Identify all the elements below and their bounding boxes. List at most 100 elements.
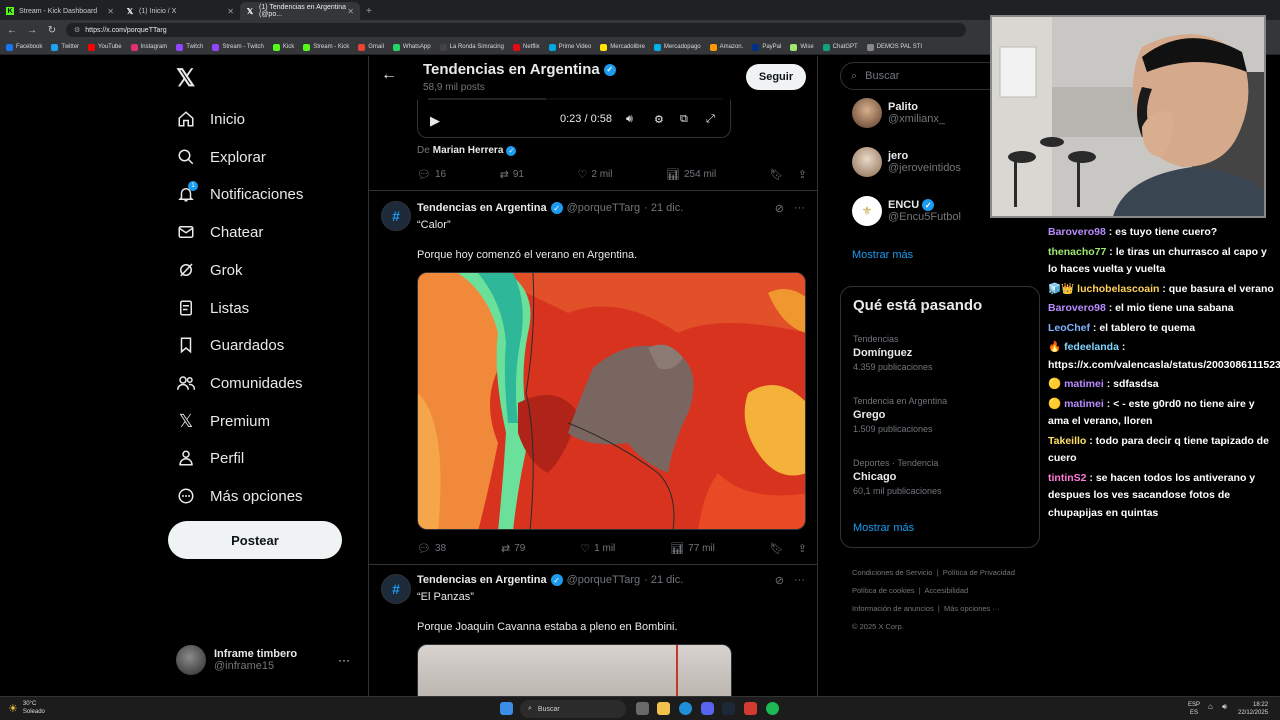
nav-inicio[interactable]: Inicio (176, 104, 245, 134)
back-arrow-icon[interactable]: ← (381, 66, 397, 84)
show-more-link[interactable]: Mostrar más (852, 249, 913, 261)
network-icon[interactable]: ⌂ (1208, 702, 1213, 711)
tab-kick-dashboard[interactable]: K Stream - Kick Dashboard ✕ (0, 2, 120, 20)
nav-mas-opciones[interactable]: Más opciones (176, 481, 303, 511)
who-to-follow-item[interactable]: jero @jeroveintidos (852, 147, 961, 177)
share-icon[interactable]: ⇪ (798, 168, 807, 181)
task-view-icon[interactable] (636, 702, 649, 715)
bookmark-13[interactable]: Mercadolibre (600, 43, 645, 51)
app-icon[interactable] (744, 702, 757, 715)
who-to-follow-item[interactable]: ⚜ ENCU ✓ @Encu5Futbol (852, 196, 961, 226)
bookmark-2[interactable]: YouTube (88, 43, 122, 51)
chat-username[interactable]: Barovero98 (1048, 226, 1106, 238)
nav-premium[interactable]: 𝕏 Premium (176, 406, 270, 436)
bookmark-9[interactable]: WhatsApp (392, 43, 431, 51)
discord-icon[interactable] (701, 702, 714, 715)
windows-start-icon[interactable] (500, 702, 513, 715)
chat-username[interactable]: matimei (1064, 398, 1104, 410)
views-button[interactable]: 📊︎ 77 mil (670, 542, 715, 555)
views-button[interactable]: 📊︎ 254 mil (666, 168, 716, 181)
who-to-follow-item[interactable]: Palito @xmilianx_ (852, 98, 945, 128)
file-explorer-icon[interactable] (657, 702, 670, 715)
nav-comunidades[interactable]: Comunidades (176, 368, 303, 398)
heatmap-image[interactable] (417, 272, 806, 530)
pip-icon[interactable]: ⧉ (680, 113, 688, 126)
retweet-button[interactable]: ⇄ 79 (501, 542, 525, 555)
close-tab-icon[interactable]: ✕ (347, 7, 354, 16)
play-icon[interactable]: ▶ (430, 113, 440, 129)
bookmark-16[interactable]: PayPal (752, 43, 781, 51)
tab-x-tendencias[interactable]: 𝕏 (1) Tendencias en Argentina (@po... ✕ (240, 2, 360, 20)
nav-explorar[interactable]: Explorar (176, 142, 266, 172)
weather-widget[interactable]: ☀ 30°C Soleado (8, 700, 45, 716)
bookmark-17[interactable]: Wise (790, 43, 814, 51)
bookmark-5[interactable]: Stream - Twitch (212, 43, 264, 51)
bookmark-icon[interactable]: 🔖︎ (770, 542, 784, 555)
trend-item[interactable]: Deportes · Tendencia Chicago 60,1 mil pu… (853, 458, 942, 496)
bookmark-18[interactable]: ChatGPT (822, 43, 858, 51)
bookmark-6[interactable]: Kick (272, 43, 294, 51)
close-tab-icon[interactable]: ✕ (227, 7, 234, 16)
clock[interactable]: 18:22 22/12/2025 (1238, 701, 1268, 717)
post-button[interactable]: Postear (168, 521, 342, 559)
nav-chatear[interactable]: Chatear (176, 217, 263, 247)
settings-icon[interactable]: ⚙ (654, 113, 664, 126)
chat-username[interactable]: fedeelanda (1064, 341, 1119, 353)
more-dots-icon[interactable]: ··· (338, 653, 350, 667)
bookmark-0[interactable]: Facebook (6, 43, 42, 51)
retweet-button[interactable]: ⇄ 91 (500, 168, 524, 181)
reply-button[interactable]: 💬︎ 38 (417, 542, 446, 555)
grok-icon[interactable]: ⊘ (775, 574, 784, 587)
attribution-name[interactable]: Marian Herrera (433, 145, 504, 156)
nav-grok[interactable]: Grok (176, 255, 243, 285)
chat-username[interactable]: LeoChef (1048, 322, 1090, 334)
edge-icon[interactable] (679, 702, 692, 715)
share-icon[interactable]: ⇪ (798, 542, 807, 555)
fullscreen-icon[interactable]: ⤢ (706, 113, 715, 126)
bookmark-4[interactable]: Twitch (176, 43, 203, 51)
tweet-image[interactable] (417, 644, 732, 696)
reply-button[interactable]: 💬︎ 16 (417, 168, 446, 181)
chat-username[interactable]: Barovero98 (1048, 302, 1106, 314)
bookmark-8[interactable]: Gmail (358, 43, 384, 51)
tab-x-inicio[interactable]: 𝕏 (1) Inicio / X ✕ (120, 2, 240, 20)
close-tab-icon[interactable]: ✕ (107, 7, 114, 16)
trend-item[interactable]: Tendencia en Argentina Grego 1.509 publi… (853, 396, 947, 434)
avatar[interactable]: # (381, 574, 411, 604)
chat-username[interactable]: Takeillo (1048, 435, 1086, 447)
language-indicator[interactable]: ESP ES (1188, 701, 1200, 717)
avatar[interactable]: # (381, 201, 411, 231)
volume-icon[interactable]: 🔊︎ (1222, 702, 1227, 712)
account-switcher[interactable]: Inframe timbero @inframe15 ··· (176, 642, 356, 678)
nav-listas[interactable]: Listas (176, 293, 249, 323)
like-button[interactable]: ♡ 2 mil (578, 168, 613, 181)
steam-icon[interactable] (722, 702, 735, 715)
bookmark-icon[interactable]: 🔖︎ (770, 168, 784, 181)
chat-username[interactable]: tintinS2 (1048, 472, 1087, 484)
nav-guardados[interactable]: Guardados (176, 330, 284, 360)
chat-username[interactable]: thenacho77 (1048, 246, 1106, 258)
nav-perfil[interactable]: Perfil (176, 443, 244, 473)
trend-item[interactable]: Tendencias Domínguez 4.359 publicaciones (853, 334, 933, 372)
bookmark-19[interactable]: DEMOS PAL STI (866, 43, 922, 51)
new-tab-button[interactable]: + (360, 2, 378, 20)
bookmark-7[interactable]: Stream - Kick (303, 43, 349, 51)
volume-icon[interactable]: 🔊︎ (626, 113, 633, 126)
site-info-icon[interactable]: ⚙ (74, 26, 80, 34)
bookmark-11[interactable]: Netflix (512, 43, 540, 51)
taskbar-search[interactable]: ⌕ Buscar (520, 700, 626, 718)
forward-button[interactable]: → (26, 25, 38, 36)
url-field[interactable]: ⚙ https://x.com/porqueTTarg (66, 23, 966, 37)
bookmark-3[interactable]: Instagram (130, 43, 167, 51)
nav-notificaciones[interactable]: 1 Notificaciones (176, 179, 303, 209)
follow-button[interactable]: Seguir (746, 64, 806, 90)
bookmark-12[interactable]: Prime Video (548, 43, 591, 51)
chat-username[interactable]: luchobelascoain (1077, 283, 1159, 295)
chat-username[interactable]: matimei (1064, 378, 1104, 390)
bookmark-10[interactable]: La Ronda Simracing (439, 43, 504, 51)
more-dots-icon[interactable]: ··· (794, 202, 805, 215)
bookmark-15[interactable]: Amazon. (709, 43, 743, 51)
grok-icon[interactable]: ⊘ (775, 202, 784, 215)
back-button[interactable]: ← (6, 25, 18, 36)
reload-button[interactable]: ↻ (46, 25, 58, 36)
